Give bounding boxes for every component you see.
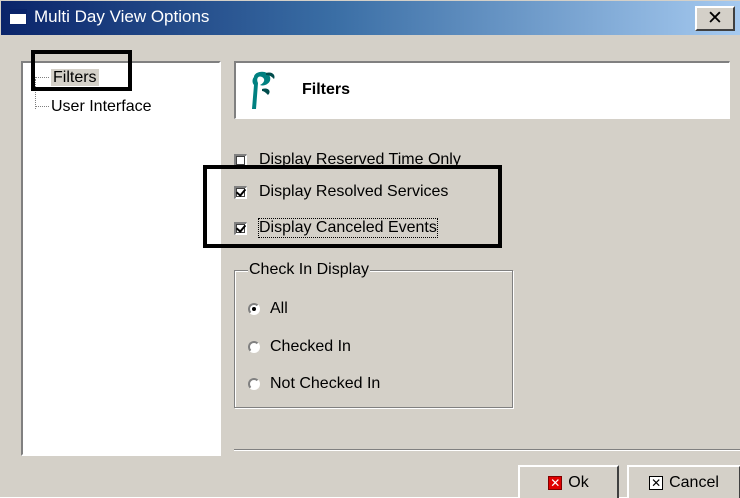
cancel-label: Cancel	[669, 473, 719, 491]
highlight-box-checkboxes	[203, 165, 502, 248]
tree-dots	[35, 106, 49, 108]
tree-item-user-interface[interactable]: User Interface	[35, 98, 151, 116]
title-bar[interactable]: Multi Day View Options ✕	[1, 1, 740, 35]
radio-button[interactable]	[248, 341, 260, 353]
app-icon	[9, 9, 27, 25]
radio-label: Checked In	[270, 338, 351, 355]
group-legend: Check In Display	[248, 261, 371, 279]
options-tree[interactable]: Filters User Interface	[21, 61, 221, 456]
radio-label: Not Checked In	[270, 375, 381, 392]
radio-button[interactable]	[248, 303, 260, 315]
tree-item-label: User Interface	[51, 98, 152, 115]
radio-label: All	[270, 300, 288, 317]
section-title: Filters	[302, 81, 351, 98]
red-x-icon: ✕	[548, 475, 563, 490]
close-button[interactable]: ✕	[695, 6, 735, 31]
cancel-button[interactable]: ✕ Cancel	[627, 465, 740, 498]
close-icon: ✕	[707, 7, 723, 29]
filters-logo-icon	[252, 71, 275, 109]
window-title: Multi Day View Options	[34, 7, 210, 26]
separator	[234, 449, 740, 451]
radio-all[interactable]: All	[248, 300, 288, 318]
section-header: Filters	[234, 61, 730, 119]
radio-not-checked-in[interactable]: Not Checked In	[248, 375, 380, 393]
x-box-icon: ✕	[649, 475, 664, 490]
radio-checked-in[interactable]: Checked In	[248, 338, 351, 356]
radio-button[interactable]	[248, 378, 260, 390]
ok-label: Ok	[568, 473, 589, 491]
check-in-display-group: Check In Display All Checked In Not Chec…	[234, 261, 513, 408]
highlight-box-filters	[31, 50, 132, 91]
ok-button[interactable]: ✕ Ok	[518, 465, 619, 498]
